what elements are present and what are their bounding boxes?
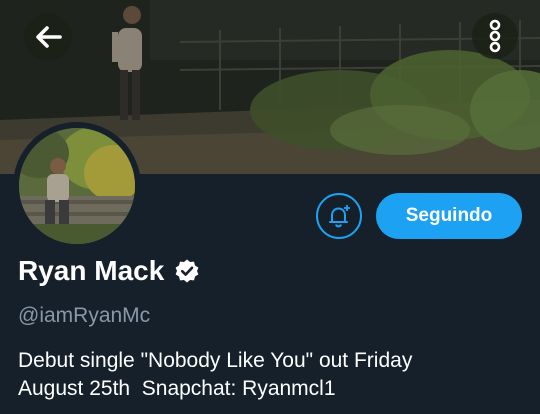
profile-screen: Seguindo Ryan Mack @iamRyanMc Debut sing… [0, 0, 540, 414]
display-name: Ryan Mack [18, 255, 165, 286]
more-vertical-icon [489, 19, 501, 53]
notifications-button[interactable] [316, 193, 362, 239]
profile-bio: Debut single "Nobody Like You" out Frida… [18, 347, 528, 403]
verified-badge-icon [174, 258, 200, 284]
name-row: Ryan Mack [18, 253, 200, 289]
username-handle: @iamRyanMc [18, 304, 151, 327]
arrow-left-icon [36, 26, 62, 48]
bio-line: August 25th Snapchat: Ryanmcl1 [18, 377, 336, 400]
more-options-button[interactable] [472, 13, 518, 59]
avatar[interactable] [13, 122, 141, 250]
avatar-image [19, 128, 135, 244]
bio-line: Debut single "Nobody Like You" out Frida… [18, 349, 413, 372]
following-button[interactable]: Seguindo [376, 193, 522, 239]
back-button[interactable] [24, 13, 72, 61]
bell-plus-icon [329, 205, 350, 228]
